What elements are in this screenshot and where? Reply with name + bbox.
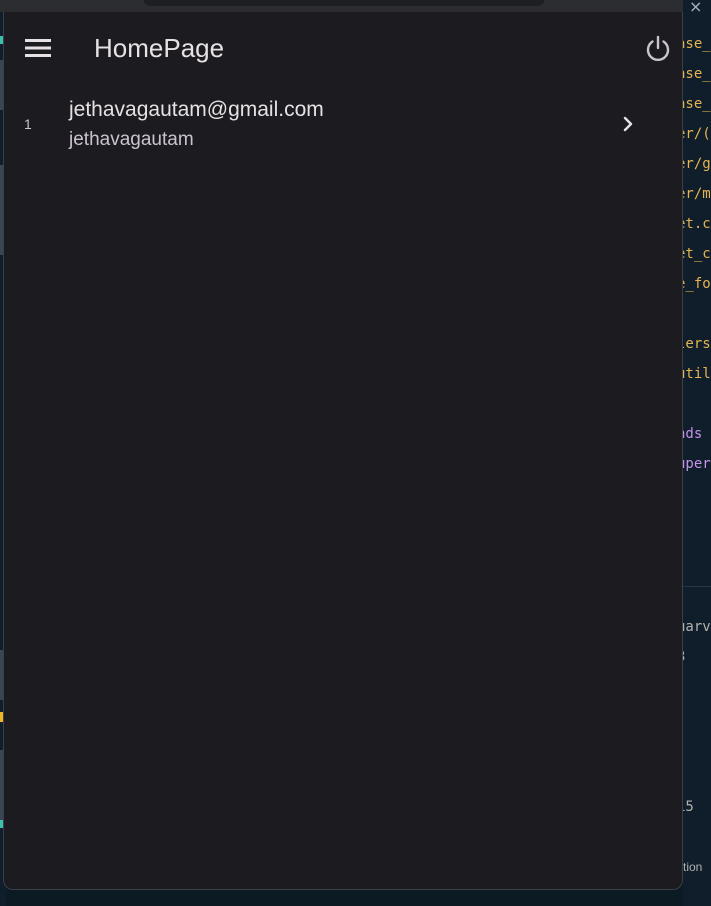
address-bar[interactable] [143, 0, 545, 6]
code-fragment: util [683, 366, 711, 382]
list-item-index: 1 [24, 116, 32, 132]
code-fragment: er/( [683, 126, 711, 142]
code-fragment: ction [683, 860, 703, 874]
code-fragment: et_c [683, 246, 711, 262]
code-fragment: er/m [683, 186, 711, 202]
code-fragment: uper [683, 456, 711, 472]
code-fragment: er/g [683, 156, 711, 172]
menu-button[interactable] [14, 24, 62, 72]
close-icon[interactable]: × [689, 0, 702, 16]
code-fragment: uarv [683, 619, 711, 635]
code-fragment: e_fo [683, 276, 711, 292]
browser-chrome [0, 0, 683, 12]
code-fragment: 3 [683, 647, 685, 667]
app-window: HomePage 1 jethavagautam@gmail.com jetha… [3, 12, 683, 890]
code-fragment: 15 [683, 799, 694, 815]
code-fragment: nds [683, 426, 703, 442]
user-list-item[interactable]: 1 jethavagautam@gmail.com jethavagautam [4, 88, 680, 160]
top-app-bar: HomePage [4, 12, 682, 84]
screen: × ase_ ase_ ase_ er/( er/g er/m et.c et_c e_fole… [0, 0, 711, 906]
hamburger-menu-icon [25, 39, 51, 57]
power-icon [646, 35, 670, 62]
logout-button[interactable] [634, 25, 682, 73]
code-fragment: ase_ [683, 66, 711, 82]
ide-editor-strip: × ase_ ase_ ase_ er/( er/g er/m et.c et_c e_fole… [683, 0, 711, 906]
user-email: jethavagautam@gmail.com [69, 98, 324, 121]
code-fragment: ase_ [683, 96, 711, 112]
ide-divider [683, 586, 711, 587]
code-fragment: et.c [683, 216, 711, 232]
code-fragment: ase_ [683, 36, 711, 52]
page-title: HomePage [94, 33, 225, 63]
chevron-right-icon [616, 112, 640, 136]
code-fragment: lers [683, 336, 711, 352]
user-name: jethavagautam [69, 129, 194, 150]
